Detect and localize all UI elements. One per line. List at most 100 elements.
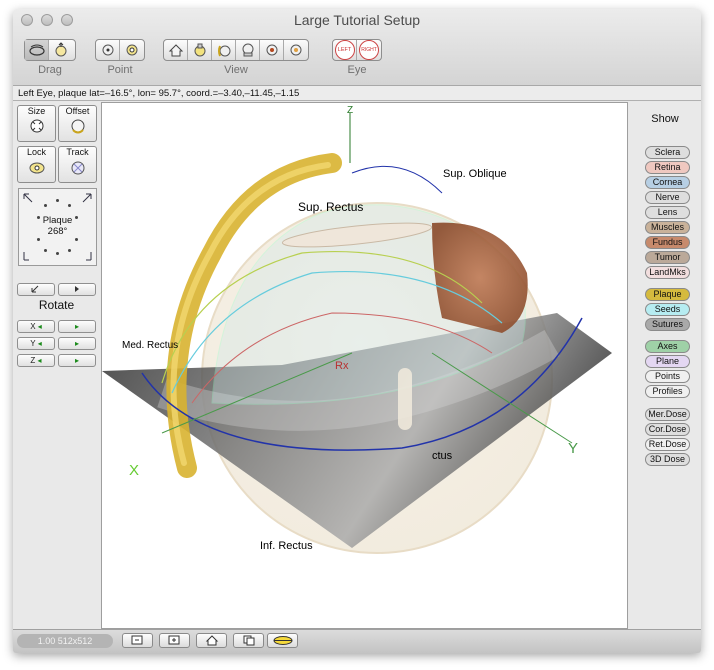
- arrow-left-icon: ◂: [37, 339, 42, 348]
- show-fundus-button[interactable]: Fundus: [645, 236, 690, 249]
- track-label: Track: [66, 147, 89, 157]
- point-target-button[interactable]: [96, 40, 120, 60]
- point-ring-button[interactable]: [120, 40, 144, 60]
- rotate-label: Rotate: [38, 298, 75, 312]
- size-button[interactable]: Size: [17, 105, 56, 142]
- show-profiles-button[interactable]: Profiles: [645, 385, 690, 398]
- show-landmks-button[interactable]: LandMks: [645, 266, 690, 279]
- show-points-button[interactable]: Points: [645, 370, 690, 383]
- rotate-y-ccw-button[interactable]: Y ◂: [17, 337, 55, 350]
- drag-segmented-control: [24, 39, 76, 61]
- view-segmented-control: [163, 39, 309, 61]
- top-view-icon: [194, 43, 205, 57]
- show-cornea-button[interactable]: Cornea: [645, 176, 690, 189]
- dial-dot: [56, 199, 59, 202]
- med-rectus-label: Med. Rectus: [122, 340, 178, 351]
- inf-rectus-label: Inf. Rectus: [260, 540, 313, 552]
- home-view-button[interactable]: [164, 40, 188, 60]
- arrow-right-icon: ▸: [74, 322, 79, 331]
- track-eye-icon: [71, 161, 84, 175]
- arrow-left-icon: ◂: [37, 322, 42, 331]
- zoom-out-button[interactable]: [122, 633, 153, 648]
- show-cor-dose-button[interactable]: Cor.Dose: [645, 423, 690, 436]
- show-muscles-button[interactable]: Muscles: [645, 221, 690, 234]
- rotate-z-cw-button[interactable]: ▸: [58, 354, 96, 367]
- back-view-icon: [290, 44, 302, 56]
- show-label: Show: [651, 113, 679, 125]
- copy-icon: [243, 635, 254, 646]
- zoom-out-icon: [131, 635, 142, 645]
- side-view-button[interactable]: [212, 40, 236, 60]
- window-title: Large Tutorial Setup: [293, 12, 421, 28]
- front-view-icon: [266, 44, 277, 56]
- lock-button[interactable]: Lock: [17, 146, 56, 183]
- show-plane-button[interactable]: Plane: [645, 355, 690, 368]
- copy-button[interactable]: [233, 633, 264, 648]
- eye-label: Eye: [347, 64, 367, 76]
- side-view-icon: [217, 45, 230, 57]
- show-seeds-button[interactable]: Seeds: [645, 303, 690, 316]
- point-ring-icon: [126, 44, 138, 56]
- show-retina-button[interactable]: Retina: [645, 161, 690, 174]
- status-bar: Left Eye, plaque lat=–16.5°, lon= 95.7°,…: [13, 86, 701, 101]
- zoom-in-icon: [168, 635, 179, 645]
- back-view-button[interactable]: [284, 40, 308, 60]
- show-ret-dose-button[interactable]: Ret.Dose: [645, 438, 690, 451]
- arrow-right-icon: ▸: [74, 339, 79, 348]
- rx-label: Rx: [335, 360, 349, 372]
- dial-dot: [68, 249, 71, 252]
- rotate-z-ccw-button[interactable]: Z ◂: [17, 354, 55, 367]
- show-sutures-button[interactable]: Sutures: [645, 318, 690, 331]
- show-mer-dose-button[interactable]: Mer.Dose: [645, 408, 690, 421]
- show-panel: Show Sclera Retina Cornea Nerve Lens Muscles F…: [629, 102, 701, 629]
- right-eye-button[interactable]: RIGHT: [357, 40, 381, 60]
- show-lens-button[interactable]: Lens: [645, 206, 690, 219]
- offset-button[interactable]: Offset: [58, 105, 97, 142]
- home-button[interactable]: [196, 633, 227, 648]
- zoom-in-button[interactable]: [159, 633, 190, 648]
- stereo-button[interactable]: [267, 633, 298, 648]
- eye-model-render: Sup. Oblique Sup. Rectus Med. Rectus ctu…: [102, 105, 612, 554]
- drag-label: Drag: [38, 64, 62, 76]
- left-control-panel: Size Offset Lock Track Plaque 268° Rotat…: [13, 102, 100, 629]
- lock-eye-icon: [29, 162, 44, 174]
- rotate-ccw-button[interactable]: [17, 283, 55, 296]
- eye-3d-viewport[interactable]: Sup. Oblique Sup. Rectus Med. Rectus ctu…: [101, 102, 628, 629]
- show-plaque-button[interactable]: Plaque: [645, 288, 690, 301]
- stereo-eye-icon: [273, 636, 292, 645]
- point-segmented-control: [95, 39, 145, 61]
- eye-segmented-control: LEFT RIGHT: [332, 39, 382, 61]
- meridian-ring: [351, 165, 443, 194]
- axis-z-label: Z: [30, 356, 36, 365]
- dial-dot: [44, 204, 47, 207]
- plaque-angle-value: 268°: [47, 226, 68, 237]
- front-view-button[interactable]: [260, 40, 284, 60]
- rotate-cw-button[interactable]: [58, 283, 96, 296]
- axis-z-label: Z: [347, 105, 353, 116]
- arrow-left-icon: ◂: [37, 356, 42, 365]
- rotate-x-ccw-button[interactable]: X ◂: [17, 320, 55, 333]
- show-nerve-button[interactable]: Nerve: [645, 191, 690, 204]
- rotate-eye-icon: [28, 44, 45, 56]
- drag-move-button[interactable]: [49, 40, 73, 60]
- track-button[interactable]: Track: [58, 146, 97, 183]
- show-3d-dose-button[interactable]: 3D Dose: [645, 453, 690, 466]
- bottom-view-button[interactable]: [236, 40, 260, 60]
- play-icon: [75, 286, 79, 292]
- show-tumor-button[interactable]: Tumor: [645, 251, 690, 264]
- right-eye-label: RIGHT: [359, 40, 379, 60]
- dial-dot: [75, 238, 78, 241]
- left-eye-button[interactable]: LEFT: [333, 40, 357, 60]
- axis-y-label: Y: [30, 339, 36, 348]
- point-target-icon: [102, 44, 113, 56]
- show-axes-button[interactable]: Axes: [645, 340, 690, 353]
- rotate-x-cw-button[interactable]: ▸: [58, 320, 96, 333]
- plaque-dial-label: Plaque: [42, 215, 73, 226]
- sup-oblique-label: Sup. Oblique: [443, 168, 507, 180]
- rotate-y-cw-button[interactable]: ▸: [58, 337, 96, 350]
- top-view-button[interactable]: [188, 40, 212, 60]
- drag-rotate-button[interactable]: [25, 40, 49, 60]
- show-sclera-button[interactable]: Sclera: [645, 146, 690, 159]
- plaque-rotation-dial[interactable]: Plaque 268°: [18, 188, 97, 266]
- move-eye-icon: [55, 42, 67, 57]
